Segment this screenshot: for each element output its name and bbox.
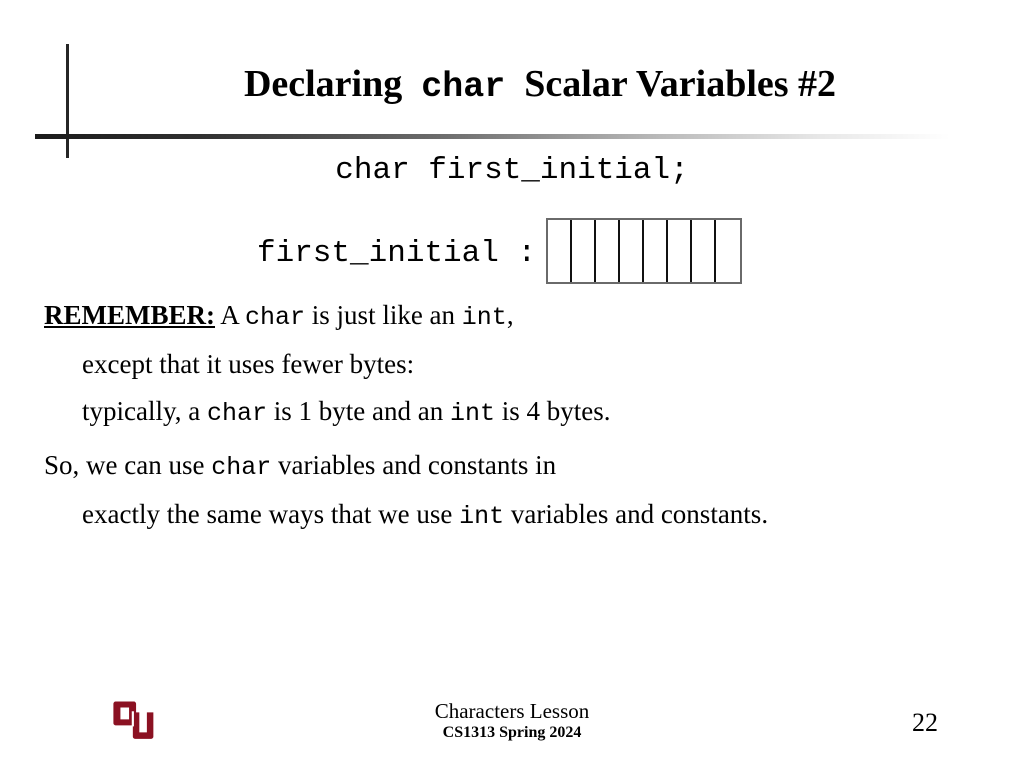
body-text: typically, a xyxy=(82,395,207,426)
memory-box-cell xyxy=(692,220,717,282)
body-paragraph-1-line-3: typically, a char is 1 byte and an int i… xyxy=(44,393,1004,432)
title-vertical-rule xyxy=(66,44,69,158)
footer-info: Characters Lesson CS1313 Spring 2024 xyxy=(0,699,1024,743)
body-text: exactly the same ways that we use xyxy=(82,498,460,529)
memory-box-table xyxy=(546,218,743,284)
body-paragraph-1-line-1: REMEMBER: A char is just like an int, xyxy=(44,297,1004,336)
slide-canvas: { "slide": { "title": { "part1": "Declar… xyxy=(0,0,1024,768)
body-text: is 1 byte and an xyxy=(266,395,450,426)
memory-box-cell xyxy=(716,220,741,282)
inline-code-char: char xyxy=(211,453,272,483)
code-declaration: char first_initial; xyxy=(335,153,689,188)
memory-box-cell xyxy=(644,220,669,282)
body-paragraph-1-line-2: except that it uses fewer bytes: xyxy=(82,348,415,379)
remember-label: REMEMBER: xyxy=(44,300,215,330)
body-content: REMEMBER: A char is just like an int, ex… xyxy=(44,297,1004,544)
page-number: 22 xyxy=(912,708,938,737)
body-text: variables and constants in xyxy=(271,450,557,481)
page-title: Declaring char Scalar Variables #2 xyxy=(100,64,980,106)
body-text: is 4 bytes. xyxy=(494,395,611,426)
body-text: , xyxy=(506,300,514,330)
inline-code-int: int xyxy=(459,501,505,531)
inline-code-int: int xyxy=(461,303,507,332)
inline-code-char: char xyxy=(206,398,267,428)
memory-box-cell xyxy=(548,220,573,282)
memory-box-cell xyxy=(668,220,693,282)
title-horizontal-rule xyxy=(35,134,950,139)
footer-course-term: CS1313 Spring 2024 xyxy=(442,723,582,741)
body-text: variables and constants. xyxy=(504,498,769,529)
memory-box-cell xyxy=(620,220,645,282)
body-text: So, we can use xyxy=(44,450,212,481)
variable-label: first_initial : xyxy=(257,235,537,271)
variable-diagram: first_initial : xyxy=(0,218,1024,284)
memory-box-cell xyxy=(572,220,597,282)
footer-lesson-title: Characters Lesson xyxy=(434,699,590,723)
title-code-char: char xyxy=(421,67,506,107)
body-text: is just like an xyxy=(305,300,462,330)
memory-box-cell xyxy=(596,220,621,282)
inline-code-int: int xyxy=(449,398,495,428)
body-text: A xyxy=(215,300,246,330)
inline-code-char: char xyxy=(245,303,306,332)
title-text-declaring: Declaring xyxy=(243,63,403,105)
body-paragraph-2-line-2: exactly the same ways that we use int va… xyxy=(44,496,1004,535)
body-paragraph-2-line-1: So, we can use char variables and consta… xyxy=(44,447,1004,486)
title-text-scalar-variables: Scalar Variables #2 xyxy=(524,63,837,105)
